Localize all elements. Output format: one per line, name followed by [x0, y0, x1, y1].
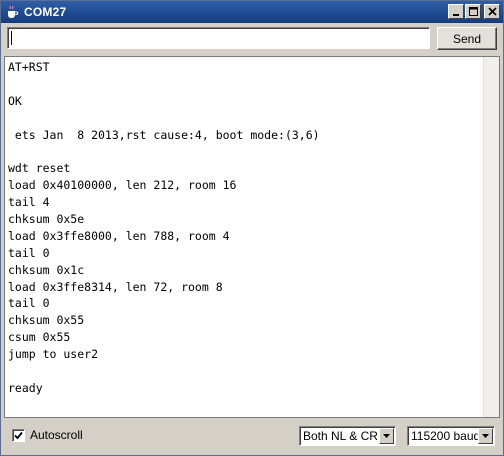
output-line: load 0x3ffe8000, len 788, room 4: [8, 228, 230, 243]
autoscroll-checkbox[interactable]: [12, 429, 25, 442]
baud-rate-dropdown-button[interactable]: [478, 428, 493, 444]
maximize-icon: [468, 7, 478, 16]
output-line: csum 0x55: [8, 330, 71, 345]
java-cup-icon: [4, 4, 20, 20]
title-bar[interactable]: COM27: [1, 1, 503, 23]
output-line: jump to user2: [8, 347, 99, 362]
text-caret: [11, 31, 12, 45]
serial-output-area[interactable]: AT+RST OK ets Jan 8 2013,rst cause:4, boo…: [4, 56, 500, 418]
close-button[interactable]: [484, 4, 500, 19]
output-line: chksum 0x5e: [8, 212, 85, 227]
serial-output-text: AT+RST OK ets Jan 8 2013,rst cause:4, boo…: [8, 59, 480, 415]
vertical-scrollbar[interactable]: [483, 57, 499, 417]
status-bar: Autoscroll Both NL & CR 115200 baud: [1, 419, 503, 455]
output-line: load 0x40100000, len 212, room 16: [8, 178, 237, 193]
window-title: COM27: [24, 5, 67, 19]
chevron-down-icon: [383, 434, 390, 438]
output-line: ready: [8, 380, 43, 395]
output-line: tail 4: [8, 195, 50, 210]
send-bar: Send: [1, 23, 503, 56]
output-line: ets Jan 8 2013,rst cause:4, boot mode:(3…: [8, 127, 320, 142]
output-line: OK: [8, 93, 22, 108]
serial-monitor-window: COM27 Send AT+RST OK ets Jan 8 2013,rst …: [0, 0, 504, 456]
output-line: chksum 0x55: [8, 313, 85, 328]
line-ending-value: Both NL & CR: [303, 429, 378, 443]
line-ending-select[interactable]: Both NL & CR: [299, 426, 396, 446]
checkmark-icon: [14, 431, 23, 440]
chevron-down-icon: [482, 434, 489, 438]
line-ending-dropdown-button[interactable]: [379, 428, 394, 444]
output-line: tail 0: [8, 296, 50, 311]
window-controls: [448, 4, 500, 19]
baud-rate-select[interactable]: 115200 baud: [407, 426, 495, 446]
baud-rate-value: 115200 baud: [411, 429, 481, 443]
minimize-icon: [453, 13, 459, 16]
minimize-button[interactable]: [448, 4, 464, 19]
output-line: load 0x3ffe8314, len 72, room 8: [8, 279, 223, 294]
autoscroll-label[interactable]: Autoscroll: [30, 428, 83, 442]
output-line: tail 0: [8, 245, 50, 260]
output-line: wdt reset: [8, 161, 71, 176]
serial-input[interactable]: [7, 27, 430, 49]
output-line: chksum 0x1c: [8, 262, 85, 277]
output-line: AT+RST: [8, 60, 50, 74]
send-button[interactable]: Send: [437, 27, 497, 50]
close-icon: [487, 7, 497, 16]
maximize-button[interactable]: [465, 4, 481, 19]
